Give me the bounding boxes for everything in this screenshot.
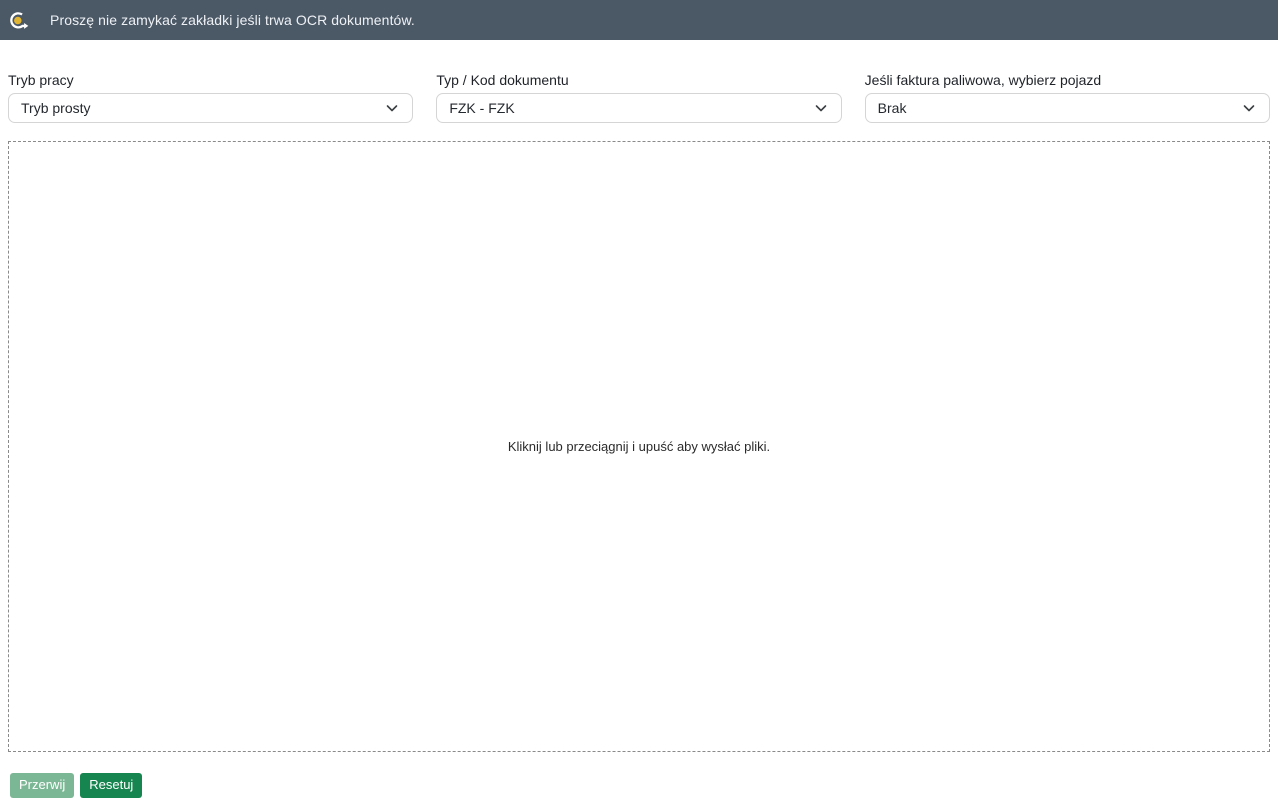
work-mode-select[interactable]: Tryb prosty [8, 93, 414, 123]
chevron-down-icon [1241, 100, 1257, 116]
fuel-vehicle-selected-value: Brak [877, 100, 907, 116]
ocr-progress-spinner-icon [8, 10, 29, 31]
chevron-down-icon [384, 100, 400, 116]
document-type-select[interactable]: FZK - FZK [436, 93, 842, 123]
file-dropzone[interactable]: Kliknij lub przeciągnij i upuść aby wysł… [8, 141, 1270, 752]
work-mode-label: Tryb pracy [8, 72, 74, 88]
ocr-warning-text: Proszę nie zamykać zakładki jeśli trwa O… [50, 12, 415, 28]
ocr-warning-banner: Proszę nie zamykać zakładki jeśli trwa O… [0, 0, 1278, 40]
footer-actions: Przerwij Resetuj [8, 773, 1270, 798]
reset-button[interactable]: Resetuj [80, 773, 143, 798]
upload-page: Tryb pracy Tryb prosty Typ / Kod dokumen… [0, 73, 1278, 798]
document-options-row: Tryb pracy Tryb prosty Typ / Kod dokumen… [8, 73, 1270, 123]
document-type-selected-value: FZK - FZK [449, 100, 515, 116]
field-document-type: Typ / Kod dokumentu FZK - FZK [436, 72, 842, 123]
dropzone-instruction-text: Kliknij lub przeciągnij i upuść aby wysł… [507, 439, 771, 454]
document-type-label: Typ / Kod dokumentu [436, 72, 569, 88]
abort-button[interactable]: Przerwij [10, 773, 75, 798]
fuel-vehicle-select[interactable]: Brak [864, 93, 1270, 123]
work-mode-selected-value: Tryb prosty [21, 100, 91, 116]
field-fuel-vehicle: Jeśli faktura paliwowa, wybierz pojazd B… [864, 72, 1270, 123]
chevron-down-icon [813, 100, 829, 116]
fuel-vehicle-label: Jeśli faktura paliwowa, wybierz pojazd [864, 72, 1102, 88]
field-work-mode: Tryb pracy Tryb prosty [8, 72, 414, 123]
